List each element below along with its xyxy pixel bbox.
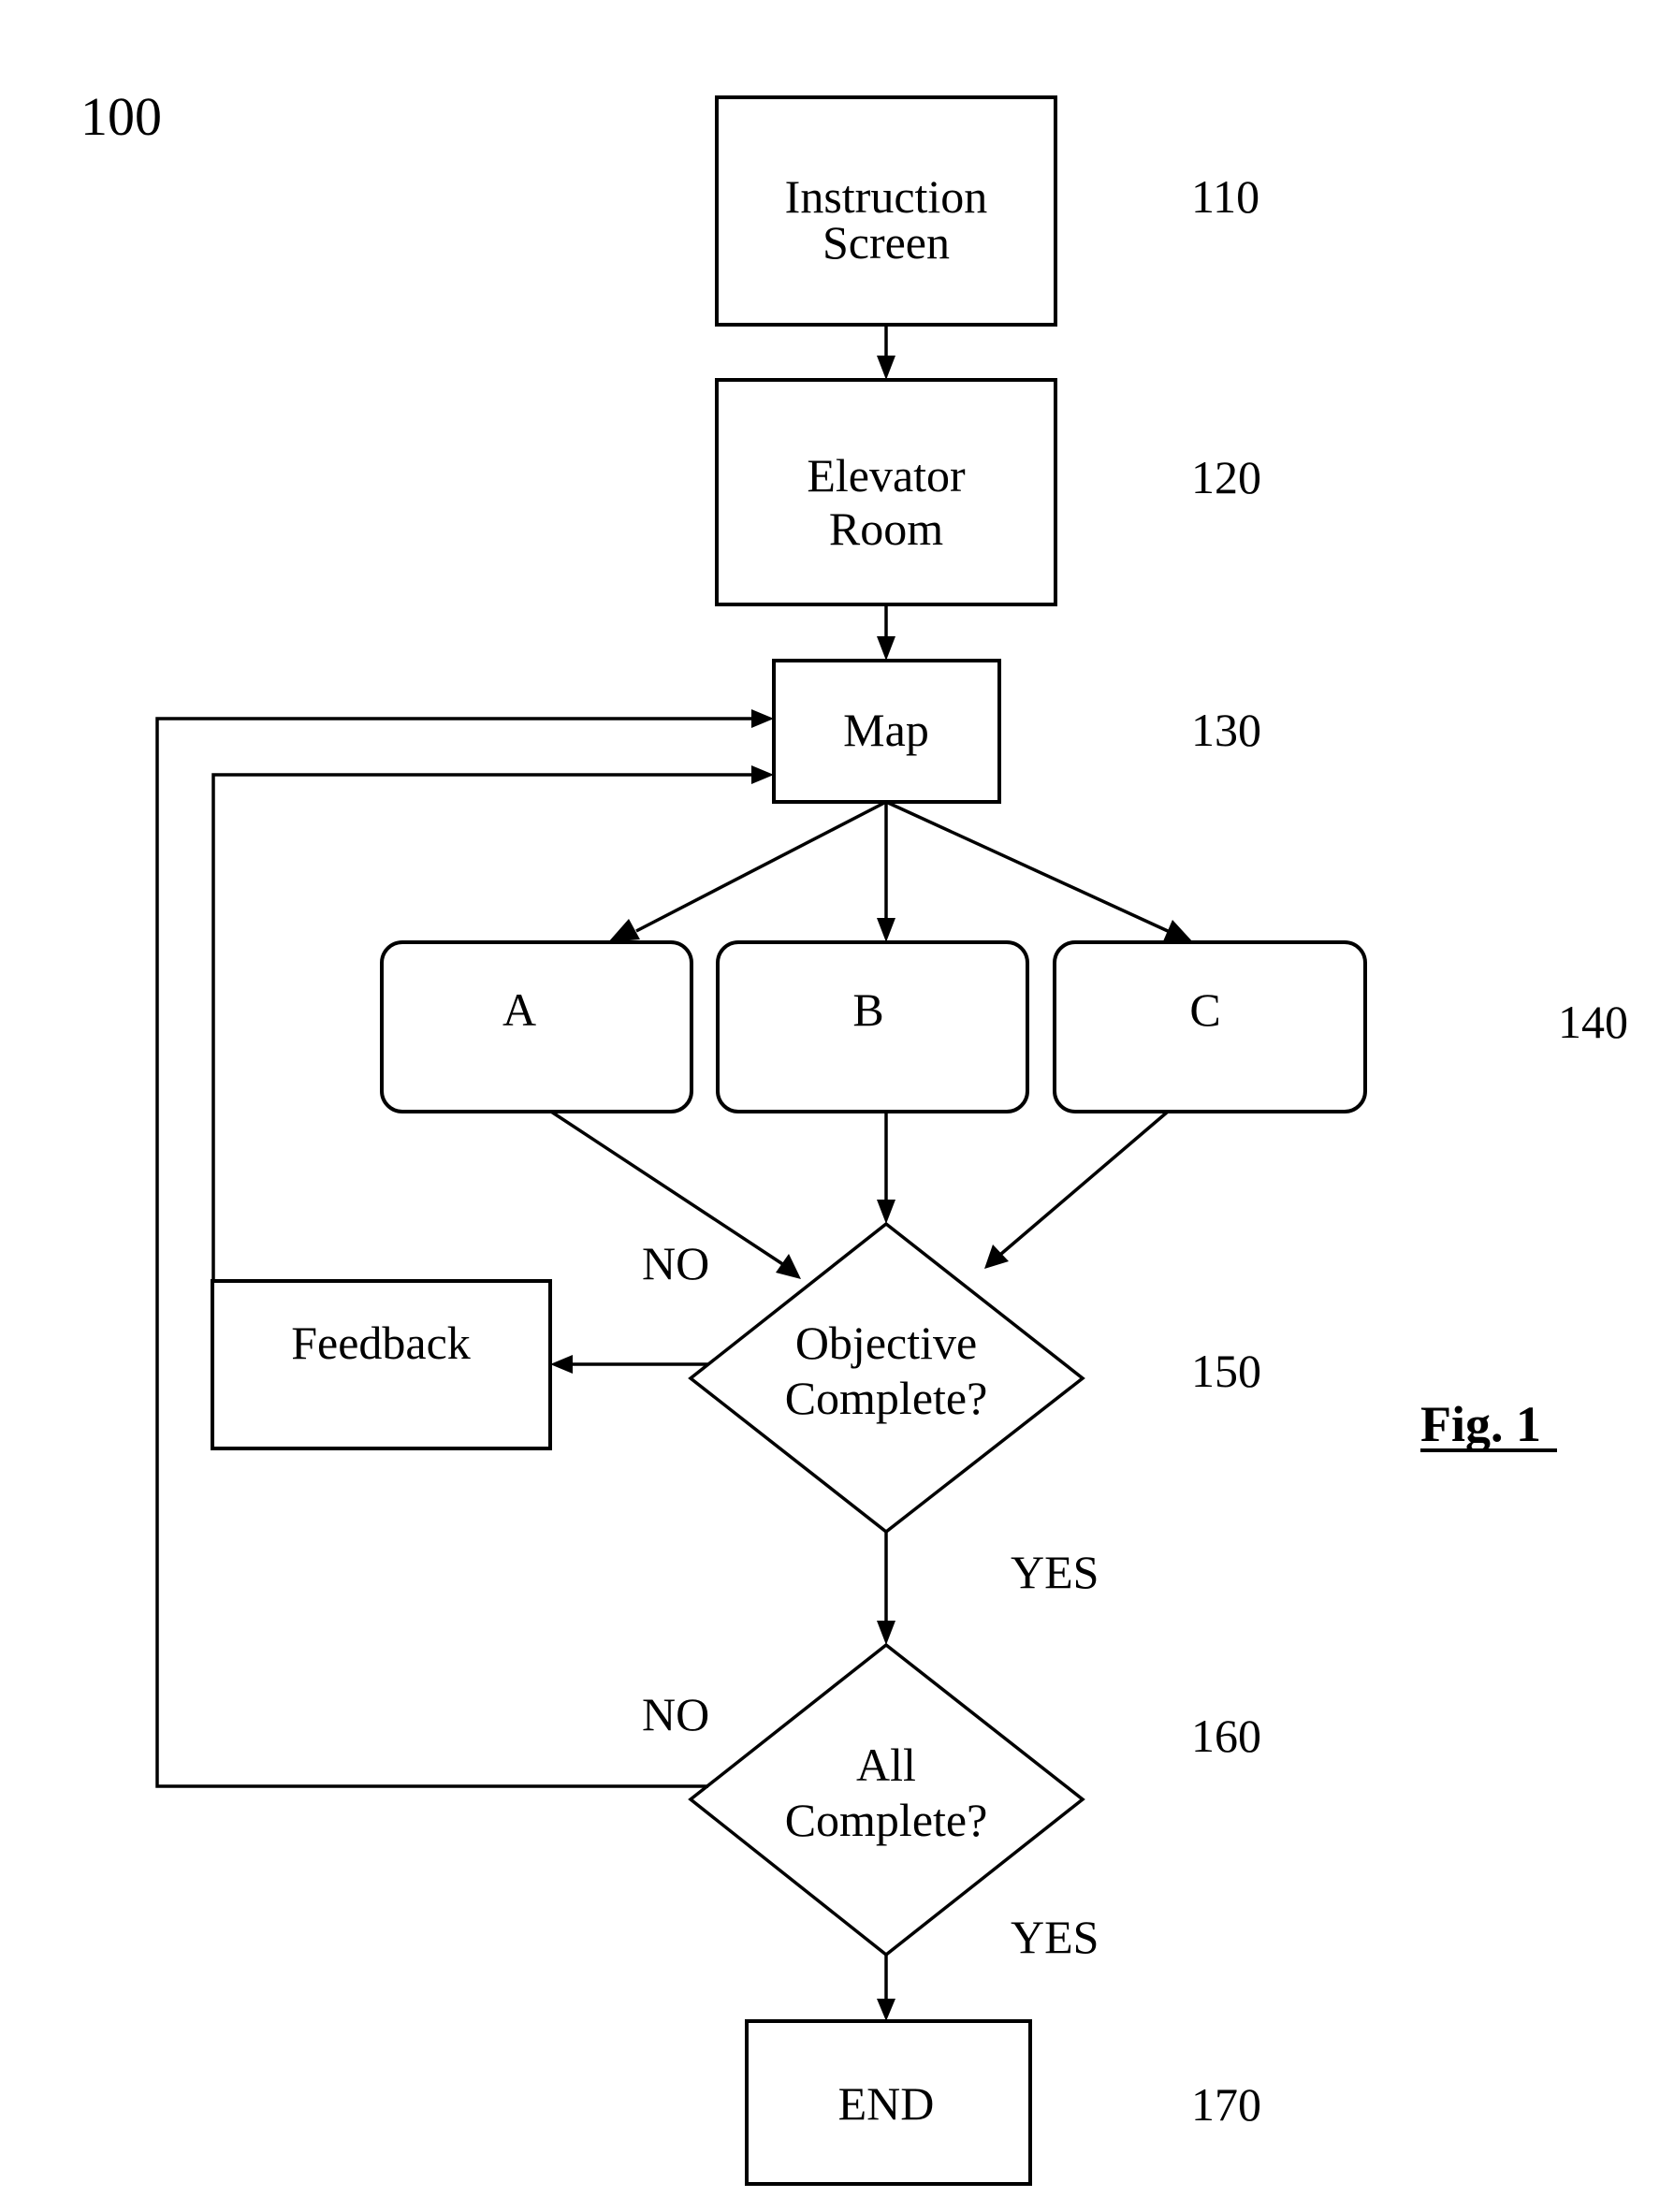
edge-c-to-objective: [984, 1110, 1170, 1269]
ref-label-120: 120: [1191, 451, 1261, 503]
ref-label-150: 150: [1191, 1345, 1261, 1397]
end-node: END: [745, 2019, 1032, 2186]
edge-instruction-to-elevator: [877, 325, 895, 380]
edge-map-to-c: [885, 800, 1193, 942]
ref-label-170: 170: [1191, 2078, 1261, 2131]
feedback-label: Feedback: [291, 1317, 471, 1369]
instruction-screen-line2: Screen: [822, 216, 950, 269]
edge-b-to-objective: [877, 1112, 895, 1224]
ref-label-110: 110: [1191, 170, 1259, 223]
edge-objective-to-all-complete: [877, 1532, 895, 1645]
figure-caption-text: Fig. 1: [1420, 1396, 1541, 1452]
objective-complete-decision: Objective Complete?: [688, 1221, 1085, 1535]
option-a-node: A: [380, 940, 693, 1113]
elevator-room-node: Elevator Room: [715, 378, 1057, 606]
option-b-node: B: [716, 940, 1029, 1113]
instruction-screen-node: Instruction Screen: [715, 95, 1057, 327]
all-complete-line2: Complete?: [785, 1794, 988, 1846]
ref-label-130: 130: [1191, 704, 1261, 756]
flowchart-canvas: /* arrow marker scaled via explicit size…: [80, 86, 1628, 2186]
objective-complete-line2: Complete?: [785, 1372, 988, 1424]
end-label: END: [838, 2077, 935, 2130]
edge-objective-to-feedback: [550, 1355, 708, 1374]
all-no-label: NO: [642, 1688, 709, 1740]
elevator-room-line1: Elevator: [807, 449, 966, 502]
option-c-label: C: [1189, 983, 1220, 1036]
map-label: Map: [843, 704, 929, 756]
edge-all-complete-to-end: [877, 1955, 895, 2021]
figure-caption: Fig. 1: [1420, 1396, 1557, 1452]
option-a-label: A: [502, 983, 536, 1036]
objective-no-label: NO: [642, 1237, 709, 1289]
ref-label-160: 160: [1191, 1710, 1261, 1762]
option-b-label: B: [852, 983, 883, 1036]
all-yes-label: YES: [1011, 1911, 1099, 1963]
objective-yes-label: YES: [1011, 1546, 1099, 1598]
objective-complete-line1: Objective: [795, 1317, 977, 1369]
instruction-screen-line1: Instruction: [785, 170, 988, 223]
elevator-room-line2: Room: [829, 502, 943, 555]
feedback-node: Feedback: [211, 1279, 552, 1450]
edge-elevator-to-map: [877, 604, 895, 661]
all-complete-line1: All: [856, 1739, 916, 1791]
edge-map-to-a: [608, 800, 887, 942]
figure-reference-label: 100: [80, 86, 162, 147]
ref-label-140: 140: [1558, 996, 1628, 1048]
option-c-node: C: [1053, 940, 1367, 1113]
edge-map-to-b: [877, 802, 895, 942]
map-node: Map: [772, 659, 1001, 804]
all-complete-decision: All Complete?: [688, 1642, 1085, 1957]
